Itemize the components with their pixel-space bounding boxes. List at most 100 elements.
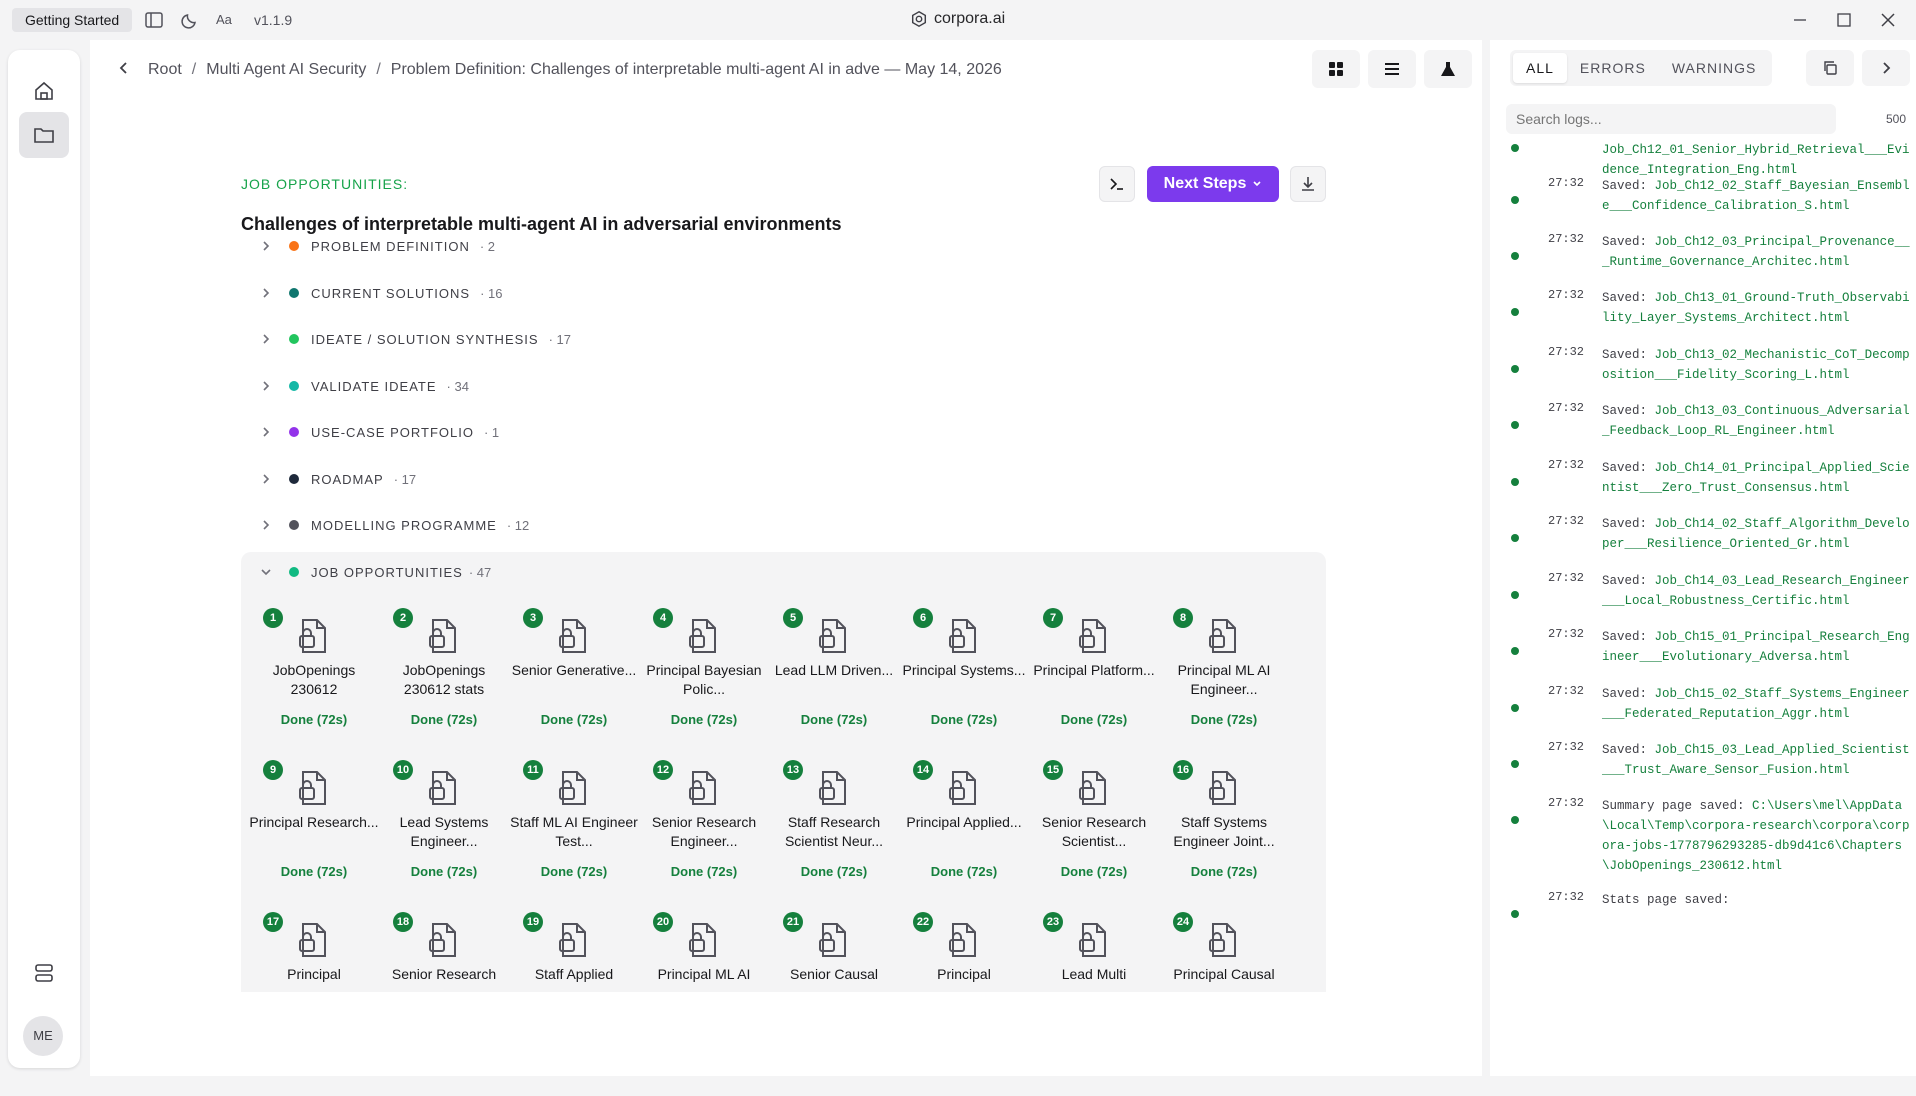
download-button[interactable] [1290,166,1326,202]
back-icon[interactable] [116,60,132,81]
minimize-icon[interactable] [1790,10,1810,30]
job-card[interactable]: 13 Staff Research Scientist Neur... Done (… [769,758,899,910]
tab-warnings[interactable]: WARNINGS [1659,53,1769,83]
document-content: JOB OPPORTUNITIES: Challenges of interpr… [241,126,1411,1096]
log-message: Saved: Job_Ch13_03_Continuous_Adversaria… [1602,401,1912,441]
job-card[interactable]: 23 Lead Multi [1029,910,1159,1062]
next-steps-button[interactable]: Next Steps [1147,166,1279,202]
section-use-case-portfolio[interactable]: USE-CASE PORTFOLIO · 1 [261,420,499,444]
job-card[interactable]: 9 Principal Research... Done (72s) [249,758,379,910]
job-number-badge: 19 [523,912,543,932]
chevron-down-icon [261,565,279,580]
job-number-badge: 23 [1043,912,1063,932]
job-title: Lead Multi [1061,966,1127,982]
job-card[interactable]: 24 Principal Causal [1159,910,1289,1062]
breadcrumb-project[interactable]: Multi Agent AI Security [206,61,366,79]
job-number-badge: 21 [783,912,803,932]
log-label: Saved: [1602,235,1648,249]
section-roadmap[interactable]: ROADMAP · 17 [261,467,416,491]
log-list[interactable]: Job_Ch12_01_Senior_Hybrid_Retrieval___Ev… [1490,140,1916,1076]
document-lock-icon [293,920,333,960]
job-card[interactable]: 11 Staff ML AI Engineer Test... Done (72s) [509,758,639,910]
status-dot [289,427,299,437]
job-card[interactable]: 19 Staff Applied [509,910,639,1062]
collapse-panel-button[interactable] [1862,50,1910,86]
grid-icon [1329,62,1343,76]
copy-logs-button[interactable] [1806,50,1854,86]
title-bar: Getting Started Aa v1.1.9 corpora.ai [0,0,1916,40]
job-card[interactable]: 6 Principal Systems... Done (72s) [899,606,1029,758]
job-number-badge: 16 [1173,760,1193,780]
document-lock-icon [683,768,723,808]
terminal-button[interactable] [1099,166,1135,202]
log-time: 27:32 [1548,514,1585,528]
job-card[interactable]: 5 Lead LLM Driven... Done (72s) [769,606,899,758]
section-modelling-programme[interactable]: MODELLING PROGRAMME · 12 [261,513,529,537]
storage-button[interactable] [19,950,69,996]
close-icon[interactable] [1878,10,1898,30]
job-card[interactable]: 15 Senior Research Scientist... Done (72s) [1029,758,1159,910]
section-label: VALIDATE IDEATE [311,378,437,394]
job-card[interactable]: 21 Senior Causal [769,910,899,1062]
section-job-opportunities[interactable]: JOB OPPORTUNITIES · 47 [261,560,491,584]
avatar[interactable]: ME [23,1016,63,1056]
home-button[interactable] [19,68,69,114]
job-card[interactable]: 8 Principal ML AI Engineer... Done (72s) [1159,606,1289,758]
next-steps-label: Next Steps [1163,175,1247,192]
log-actions [1806,50,1910,86]
breadcrumb-root[interactable]: Root [148,61,182,79]
job-card[interactable]: 12 Senior Research Engineer... Done (72s) [639,758,769,910]
log-message: Saved: Job_Ch13_02_Mechanistic_CoT_Decom… [1602,345,1912,385]
tab-all[interactable]: ALL [1513,53,1567,83]
job-card[interactable]: 20 Principal ML AI [639,910,769,1062]
section-validate-ideate[interactable]: VALIDATE IDEATE · 34 [261,374,469,398]
job-status: Done (72s) [1190,864,1258,879]
job-card[interactable]: 16 Staff Systems Engineer Joint... Done (7… [1159,758,1289,910]
log-time: 27:32 [1548,890,1585,904]
section-current-solutions[interactable]: CURRENT SOLUTIONS · 16 [261,281,502,305]
job-card[interactable]: 4 Principal Bayesian Polic... Done (72s) [639,606,769,758]
log-search-input[interactable] [1506,104,1836,134]
maximize-icon[interactable] [1834,10,1854,30]
grid-view-button[interactable] [1312,50,1360,88]
status-dot [1511,591,1519,599]
list-view-button[interactable] [1368,50,1416,88]
job-number-badge: 24 [1173,912,1193,932]
section-problem-definition[interactable]: PROBLEM DEFINITION · 2 [261,234,495,258]
job-number-badge: 5 [783,608,803,628]
job-title: Lead LLM Driven... [774,662,894,678]
tab-errors[interactable]: ERRORS [1567,53,1659,83]
flask-view-button[interactable] [1424,50,1472,88]
document-lock-icon [1073,920,1113,960]
section-ideate[interactable]: IDEATE / SOLUTION SYNTHESIS · 17 [261,327,571,351]
job-card[interactable]: 14 Principal Applied... Done (72s) [899,758,1029,910]
job-title: Staff Systems Engineer Joint... [1173,814,1275,849]
job-card[interactable]: 18 Senior Research [379,910,509,1062]
log-path: Job_Ch12_03_Principal_Provenance___Runti… [1602,235,1910,269]
folder-button[interactable] [19,112,69,158]
job-card[interactable]: 2 JobOpenings 230612 stats Done (72s) [379,606,509,758]
status-dot [1511,816,1519,824]
job-card[interactable]: 22 Principal [899,910,1029,1062]
getting-started-button[interactable]: Getting Started [12,8,133,32]
log-message: Saved: Job_Ch13_01_Ground-Truth_Observab… [1602,288,1912,328]
job-card[interactable]: 7 Principal Platform... Done (72s) [1029,606,1159,758]
breadcrumb-separator: / [191,61,197,78]
chevron-right-icon [261,518,279,533]
document-lock-icon [1073,616,1113,656]
job-card[interactable]: 3 Senior Generative... Done (72s) [509,606,639,758]
job-card[interactable]: 17 Principal [249,910,379,1062]
sidebar-toggle-icon[interactable] [144,10,164,30]
log-path: Job_Ch12_01_Senior_Hybrid_Retrieval___Ev… [1602,143,1910,177]
font-size-icon[interactable]: Aa [216,10,236,30]
log-time: 27:32 [1548,176,1585,190]
document-lock-icon [423,768,463,808]
job-card[interactable]: 1 JobOpenings 230612 Done (72s) [249,606,379,758]
log-tabs: ALL ERRORS WARNINGS [1510,50,1773,86]
log-message: Saved: Job_Ch12_03_Principal_Provenance_… [1602,232,1912,272]
job-number-badge: 15 [1043,760,1063,780]
status-dot [1511,196,1519,204]
dark-mode-icon[interactable] [180,10,200,30]
document-lock-icon [1203,920,1243,960]
job-card[interactable]: 10 Lead Systems Engineer... Done (72s) [379,758,509,910]
